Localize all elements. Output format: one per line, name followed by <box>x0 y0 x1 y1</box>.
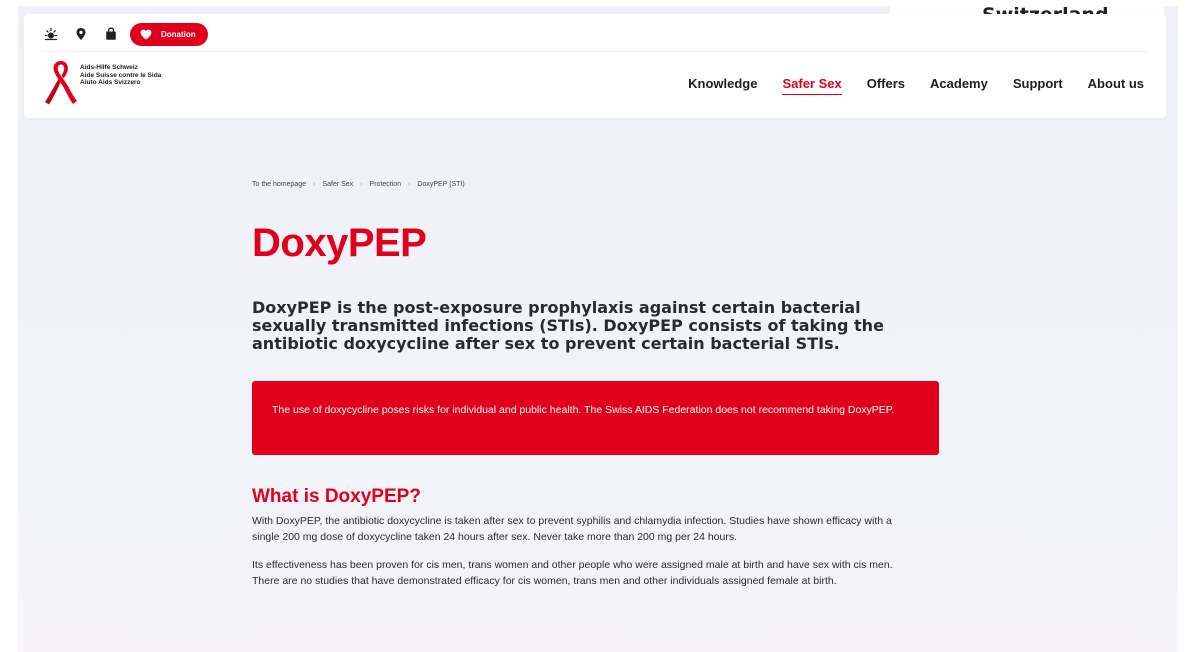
logo-line-fr: Aide Suisse contre le Sida <box>80 71 162 79</box>
logo-text: Aids-Hilfe Schweiz Aide Suisse contre le… <box>80 64 161 87</box>
breadcrumb-protection[interactable]: Protection <box>370 181 402 188</box>
warning-text: The use of doxycycline poses risks for i… <box>272 404 895 416</box>
chevron-right-icon: › <box>360 180 363 188</box>
shopping-bag-icon[interactable] <box>104 27 118 41</box>
location-pin-icon[interactable] <box>74 27 88 41</box>
warning-box: The use of doxycycline poses risks for i… <box>252 381 939 455</box>
main-nav: Knowledge Safer Sex Offers Academy Suppo… <box>663 76 1144 95</box>
lead-paragraph: DoxyPEP is the post-exposure prophylaxis… <box>252 298 884 353</box>
breadcrumb-home[interactable]: To the homepage <box>252 181 306 188</box>
logo-line-de: Aids-Hilfe Schweiz <box>80 64 138 71</box>
donation-button[interactable]: Donation <box>130 22 208 46</box>
breadcrumb: To the homepage › Safer Sex › Protection… <box>252 178 942 190</box>
header-divider <box>44 51 1146 52</box>
nav-offers[interactable]: Offers <box>867 76 905 95</box>
chevron-right-icon: › <box>313 180 316 188</box>
main-content: To the homepage › Safer Sex › Protection… <box>252 178 942 589</box>
breadcrumb-current: DoxyPEP (STI) <box>417 180 465 188</box>
nav-support[interactable]: Support <box>1013 76 1063 95</box>
page-title: DoxyPEP <box>252 221 427 265</box>
breadcrumb-safer-sex[interactable]: Safer Sex <box>322 181 353 188</box>
chevron-right-icon: › <box>408 180 411 188</box>
utility-bar: Donation <box>44 22 208 46</box>
donation-label: Donation <box>161 29 196 39</box>
logo-line-it: Aiuto Aids Svizzero <box>80 79 141 86</box>
site-header: Donation Aids-Hilfe Schweiz Aide Suisse … <box>24 14 1166 118</box>
heart-icon <box>140 29 152 39</box>
section-heading: What is DoxyPEP? <box>252 486 421 507</box>
red-ribbon-icon <box>45 61 77 105</box>
sun-icon[interactable] <box>44 27 58 41</box>
site-logo[interactable]: Aids-Hilfe Schweiz Aide Suisse contre le… <box>44 58 161 106</box>
body-paragraph: Its effectiveness has been proven for ci… <box>252 559 893 587</box>
nav-academy[interactable]: Academy <box>930 76 988 95</box>
nav-about-us[interactable]: About us <box>1088 76 1144 95</box>
body-paragraph: With DoxyPEP, the antibiotic doxycycline… <box>252 515 892 543</box>
nav-safer-sex[interactable]: Safer Sex <box>782 76 842 95</box>
nav-knowledge[interactable]: Knowledge <box>688 76 757 95</box>
